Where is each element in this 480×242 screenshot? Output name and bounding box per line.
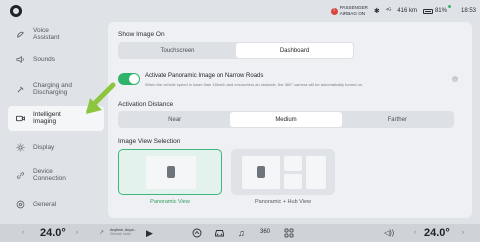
airbag-line2: AIRBAG ON [339,11,366,16]
plug-icon [16,85,25,94]
panoramic-view-card[interactable] [118,149,222,195]
panoramic-view-label: Panoramic View [150,199,190,205]
range-text: 416 km [397,8,417,14]
bottom-dock: ‹ 24.0° › ↗ Anytime, Anyw... Siemah radi… [0,224,480,242]
airbag-status: ! PASSENGER AIRBAG ON [330,5,368,17]
sidebar-item-display[interactable]: Display [8,136,104,160]
show-image-on-selector: Touchscreen Dashboard [118,42,354,59]
sidebar-item-device-connection[interactable]: Device Connection [8,163,104,187]
sidebar: Voice Assistant Sounds Charging and Disc… [8,22,104,218]
option-medium[interactable]: Medium [230,112,342,127]
left-temperature[interactable]: 24.0° [40,227,66,239]
option-near[interactable]: Near [119,112,230,127]
link-icon [16,171,25,180]
panoramic-hub-view-label: Panoramic + Hub View [255,199,311,205]
left-temp-down-icon[interactable]: ‹ [22,230,24,236]
bluetooth-icon: ✱ [373,8,380,15]
right-temp-up-icon[interactable]: › [462,230,464,236]
car-icon[interactable] [214,228,225,240]
panoramic-hub-view-card[interactable] [231,149,335,195]
pointer-arrow-icon [86,82,116,114]
music-icon[interactable]: ♫ [238,228,245,238]
show-image-on-heading: Show Image On [118,31,165,38]
360-camera-icon[interactable]: 360 [260,229,270,235]
clock: 18:53 [460,8,476,14]
play-icon[interactable]: ▶ [146,228,153,239]
panoramic-thumbnail [242,156,280,189]
notification-dot [447,5,451,8]
hub-thumbnail-side [306,156,326,189]
hub-thumbnail-top [284,156,302,171]
car-icon [257,166,265,178]
sidebar-item-label: Charging and Discharging [33,82,73,97]
apps-icon[interactable] [284,228,294,240]
settings-panel: Show Image On Touchscreen Dashboard Acti… [108,22,472,218]
toggle-knob [129,74,139,84]
media-source: Siemah radio [110,232,132,236]
sidebar-item-label: Sounds [33,56,56,64]
sidebar-item-label: Voice Assistant [33,27,60,42]
sidebar-item-label: General [33,201,57,209]
option-dashboard[interactable]: Dashboard [236,43,353,58]
speaker-icon [16,55,25,64]
sidebar-item-general[interactable]: General [8,193,104,217]
option-touchscreen[interactable]: Touchscreen [119,43,236,58]
panoramic-view-thumbnail [146,156,196,189]
battery-indicator: 81% [422,8,447,14]
media-info[interactable]: Anytime, Anyw... Siemah radio [110,228,136,236]
sidebar-item-sounds[interactable]: Sounds [8,47,104,71]
sidebar-item-voice-assistant[interactable]: Voice Assistant [8,22,104,46]
car-icon [167,166,175,178]
activation-distance-heading: Activation Distance [118,101,174,108]
right-temp-down-icon[interactable]: ‹ [414,230,416,236]
sun-icon [16,143,25,152]
airbag-icon: ! [330,7,338,15]
sidebar-item-label: Intelligent Imaging [33,111,61,126]
panoramic-toggle-description: When the vehicle speed is lower than 15k… [145,82,364,87]
nav-arrow-icon: ↗ [99,230,105,236]
image-view-heading: Image View Selection [118,138,181,145]
volume-icon[interactable]: ◁)) [384,229,394,237]
right-temperature[interactable]: 24.0° [424,227,450,239]
home-icon[interactable] [192,228,202,240]
battery-text: 81% [434,8,447,14]
sidebar-item-label: Display [33,144,55,152]
battery-icon [422,8,433,14]
left-temp-up-icon[interactable]: › [76,230,78,236]
voice-icon [16,30,25,39]
camera-icon [16,114,25,123]
option-farther[interactable]: Farther [342,112,453,127]
sidebar-item-label: Device Connection [33,168,66,183]
activation-distance-selector: Near Medium Farther [118,111,454,128]
info-icon[interactable]: i [452,76,458,82]
panoramic-narrow-roads-toggle[interactable] [118,73,140,85]
gear-icon [16,200,25,209]
status-bar: ! PASSENGER AIRBAG ON ✱ ⁴ᴳ 416 km 81% 18… [0,0,480,22]
panoramic-toggle-title: Activate Panoramic Image on Narrow Roads [145,73,264,79]
hub-thumbnail-bottom [284,174,302,189]
signal-icon: ⁴ᴳ [385,8,392,14]
